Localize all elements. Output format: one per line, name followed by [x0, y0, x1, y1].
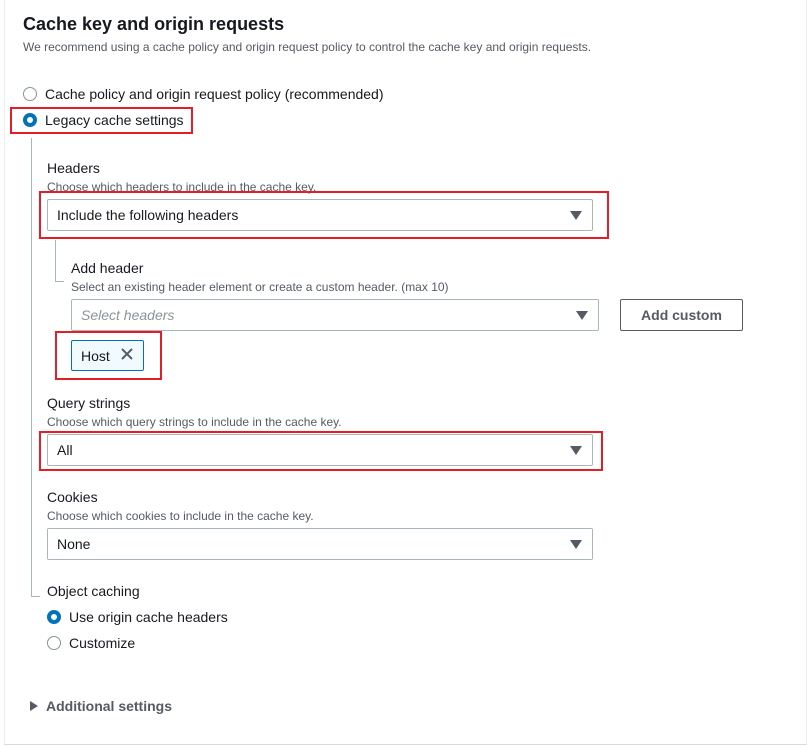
tree-line-header	[55, 240, 56, 282]
additional-settings-toggle[interactable]: Additional settings	[46, 698, 172, 714]
caret-down-icon	[570, 540, 582, 549]
caret-down-icon	[570, 446, 582, 455]
select-headers-input[interactable]: Select headers	[71, 299, 599, 331]
header-token-label: Host	[81, 348, 110, 364]
radio-origin-cache-headers[interactable]	[47, 610, 61, 624]
tree-line-header-end	[55, 281, 64, 282]
query-strings-label: Query strings	[47, 395, 131, 411]
tree-line-main	[31, 138, 32, 597]
query-strings-select[interactable]: All	[47, 434, 593, 466]
query-strings-description: Choose which query strings to include in…	[47, 415, 342, 429]
radio-cache-policy[interactable]	[23, 87, 37, 101]
headers-select[interactable]: Include the following headers	[47, 199, 593, 231]
headers-label: Headers	[47, 160, 100, 176]
radio-legacy-cache-label[interactable]: Legacy cache settings	[45, 112, 184, 128]
add-header-description: Select an existing header element or cre…	[71, 280, 449, 294]
header-token: Host	[71, 340, 144, 371]
close-icon[interactable]	[119, 346, 135, 362]
cookies-select-value: None	[57, 536, 91, 552]
cookies-description: Choose which cookies to include in the c…	[47, 509, 314, 523]
add-custom-button[interactable]: Add custom	[620, 299, 743, 331]
object-caching-label: Object caching	[47, 583, 140, 599]
radio-legacy-cache[interactable]	[23, 113, 37, 127]
radio-customize[interactable]	[47, 636, 61, 650]
radio-customize-label[interactable]: Customize	[69, 635, 135, 651]
tree-line-end	[31, 596, 40, 597]
radio-origin-cache-headers-label[interactable]: Use origin cache headers	[69, 609, 228, 625]
caret-down-icon	[570, 211, 582, 220]
query-strings-select-value: All	[57, 442, 73, 458]
add-header-label: Add header	[71, 260, 144, 276]
cookies-label: Cookies	[47, 489, 98, 505]
cookies-select[interactable]: None	[47, 528, 593, 560]
caret-down-icon	[576, 311, 588, 320]
headers-select-value: Include the following headers	[57, 207, 239, 223]
headers-description: Choose which headers to include in the c…	[47, 180, 317, 194]
select-headers-placeholder: Select headers	[81, 307, 175, 323]
caret-right-icon[interactable]	[30, 701, 38, 711]
section-description: We recommend using a cache policy and or…	[23, 40, 592, 54]
radio-cache-policy-label[interactable]: Cache policy and origin request policy (…	[45, 86, 384, 102]
section-title: Cache key and origin requests	[23, 14, 285, 34]
